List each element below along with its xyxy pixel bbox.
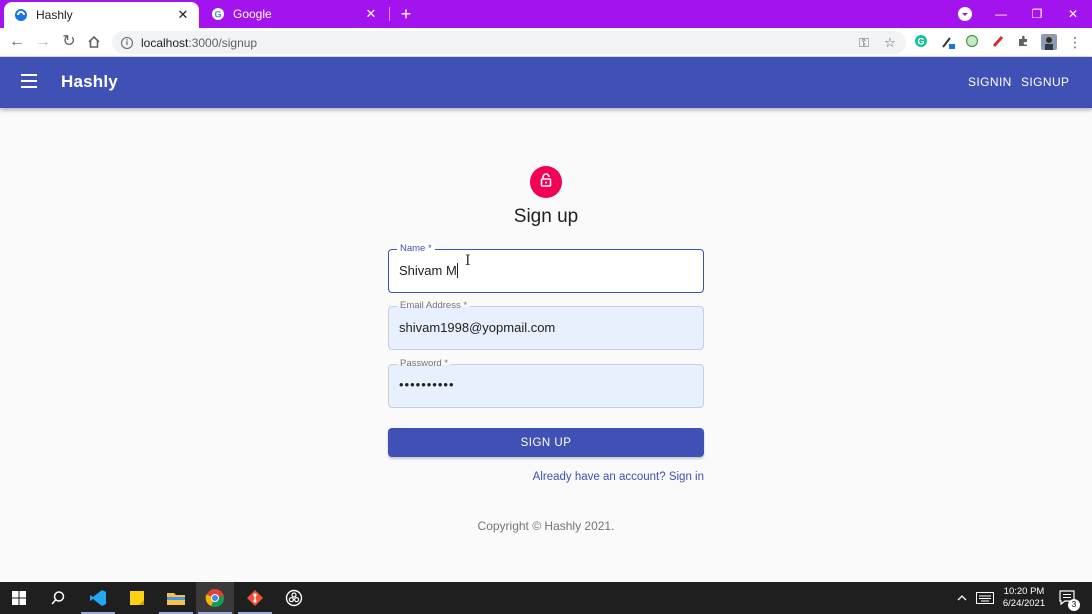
back-icon[interactable]: ←	[7, 32, 27, 52]
app-bar: Hashly SIGNIN SIGNUP	[0, 57, 1092, 108]
email-field[interactable]: Email Address * shivam1998@yopmail.com	[388, 300, 704, 350]
app-title: Hashly	[61, 72, 118, 91]
nav-signin-link[interactable]: SIGNIN	[968, 75, 1012, 89]
lock-open-icon	[538, 172, 554, 193]
eyedropper-extension-icon[interactable]	[940, 34, 956, 50]
tab-title: Google	[233, 7, 272, 21]
email-field-label: Email Address *	[397, 300, 471, 312]
email-field-value[interactable]: shivam1998@yopmail.com	[399, 320, 555, 335]
vscode-icon[interactable]	[79, 582, 117, 614]
site-info-icon[interactable]: i	[121, 36, 133, 49]
clock-date: 6/24/2021	[1002, 598, 1046, 609]
profile-avatar[interactable]	[1041, 34, 1057, 50]
grammarly-extension-icon[interactable]: G	[913, 34, 929, 50]
hamburger-menu-icon[interactable]	[20, 74, 38, 90]
tab-google[interactable]: G Google ✕	[201, 0, 387, 28]
password-field-label: Password *	[397, 358, 452, 370]
name-field-value: Shivam M	[399, 263, 457, 278]
page-title: Sign up	[513, 206, 579, 227]
google-g-icon: G	[211, 7, 225, 21]
tab-close-icon[interactable]: ✕	[363, 6, 379, 22]
search-icon[interactable]	[39, 582, 77, 614]
url-text[interactable]: localhost:3000/signup	[141, 36, 854, 50]
windows-taskbar: 10:20 PM 6/24/2021 3	[0, 582, 1092, 614]
chrome-icon[interactable]	[196, 582, 234, 614]
ibeam-cursor-icon: I	[465, 253, 471, 269]
tab-hashly[interactable]: Hashly ✕	[4, 2, 199, 28]
text-caret	[456, 263, 458, 278]
close-window-button[interactable]: ✕	[1053, 0, 1092, 28]
copyright-text: Copyright © Hashly 2021.	[477, 519, 615, 533]
colorzilla-extension-icon[interactable]	[964, 34, 980, 50]
bookmark-star-icon[interactable]: ☆	[880, 33, 900, 53]
system-clock[interactable]: 10:20 PM 6/24/2021	[996, 586, 1052, 610]
svg-text:G: G	[917, 37, 924, 47]
start-icon[interactable]	[0, 582, 38, 614]
pen-extension-icon[interactable]	[990, 34, 1006, 50]
reload-icon[interactable]: ↻	[59, 32, 79, 52]
name-field-label: Name *	[397, 243, 435, 255]
tab-close-icon[interactable]: ✕	[175, 7, 191, 23]
address-bar[interactable]: i localhost:3000/signup ⚿ ☆	[112, 31, 906, 54]
password-field[interactable]: Password * ••••••••••	[388, 358, 704, 408]
more-menu-icon[interactable]: ⋮	[1067, 34, 1083, 50]
notification-count-badge: 3	[1068, 599, 1080, 611]
tab-title: Hashly	[36, 8, 73, 22]
clock-time: 10:20 PM	[1003, 586, 1045, 597]
key-icon[interactable]: ⚿	[854, 33, 874, 53]
svg-text:G: G	[214, 10, 221, 20]
sign-up-button[interactable]: SIGN UP	[388, 428, 704, 457]
restore-button[interactable]: ❐	[1017, 0, 1057, 28]
sticky-notes-icon[interactable]	[118, 582, 156, 614]
git-icon[interactable]	[236, 582, 274, 614]
forward-icon[interactable]: →	[33, 32, 53, 52]
tab-divider	[389, 7, 390, 21]
hashly-logo-icon	[14, 8, 28, 22]
extensions-puzzle-icon[interactable]	[1015, 34, 1031, 50]
password-field-value[interactable]: ••••••••••	[399, 377, 455, 392]
profile-indicator-icon[interactable]	[958, 7, 972, 21]
browser-tab-strip: Hashly ✕ G Google ✕ + — ❐ ✕	[0, 0, 1092, 28]
home-icon[interactable]	[84, 32, 104, 52]
new-tab-button[interactable]: +	[397, 5, 415, 23]
minimize-button[interactable]: —	[981, 0, 1021, 28]
obs-icon[interactable]	[275, 582, 313, 614]
show-hidden-icons-chevron-icon[interactable]	[957, 582, 967, 614]
keyboard-icon[interactable]	[976, 582, 994, 614]
nav-signup-link[interactable]: SIGNUP	[1021, 75, 1069, 89]
notification-center-icon[interactable]: 3	[1059, 582, 1080, 614]
sign-in-link[interactable]: Already have an account? Sign in	[500, 471, 704, 483]
name-field[interactable]: Name * Shivam M	[388, 243, 704, 293]
avatar	[530, 166, 562, 198]
browser-toolbar: ← → ↻ i localhost:3000/signup ⚿ ☆ G ⋮	[0, 28, 1092, 57]
file-explorer-icon[interactable]	[157, 582, 195, 614]
